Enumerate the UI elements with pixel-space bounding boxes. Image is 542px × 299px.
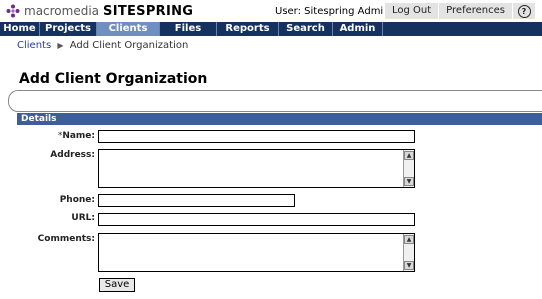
name-field[interactable] — [98, 130, 415, 143]
address-scrollbar[interactable]: ▲ ▼ — [403, 150, 414, 187]
tab-admin[interactable]: Admin — [333, 22, 383, 36]
address-label: Address: — [50, 150, 95, 160]
logo: macromedia SITESPRING — [6, 3, 193, 19]
url-field[interactable] — [98, 213, 415, 226]
page-title: Add Client Organization — [19, 71, 208, 87]
name-label: *Name: — [50, 131, 95, 141]
phone-label: Phone: — [59, 195, 95, 205]
save-button[interactable]: Save — [99, 278, 135, 292]
tab-clients[interactable]: Clients — [97, 22, 160, 36]
tab-search[interactable]: Search — [279, 22, 333, 36]
top-header: macromedia SITESPRING User: Sitespring A… — [0, 0, 542, 22]
tab-home[interactable]: Home — [0, 22, 40, 36]
comments-scrollbar[interactable]: ▲ ▼ — [403, 234, 414, 271]
scroll-up-icon[interactable]: ▲ — [404, 235, 414, 244]
tab-reports[interactable]: Reports — [217, 22, 279, 36]
title-rule — [8, 90, 542, 112]
macromedia-logo-icon — [6, 4, 20, 18]
tab-projects[interactable]: Projects — [40, 22, 97, 36]
logout-link[interactable]: Log Out — [384, 3, 439, 19]
comments-label: Comments: — [37, 234, 95, 244]
section-header-details: Details — [17, 113, 542, 125]
main-nav: Home Projects Clients Files Reports Sear… — [0, 22, 542, 36]
name-label-text: Name: — [62, 131, 95, 141]
breadcrumb-current: Add Client Organization — [69, 40, 189, 51]
breadcrumb: Clients ▶ Add Client Organization — [17, 40, 188, 51]
scroll-down-icon[interactable]: ▼ — [404, 177, 414, 186]
top-links: Log Out Preferences ? — [384, 3, 535, 19]
scroll-down-icon[interactable]: ▼ — [404, 261, 414, 270]
help-button[interactable]: ? — [512, 3, 535, 19]
phone-field[interactable] — [98, 194, 295, 207]
breadcrumb-arrow-icon: ▶ — [57, 41, 64, 50]
preferences-link[interactable]: Preferences — [438, 3, 512, 19]
help-icon: ? — [517, 5, 531, 18]
comments-field[interactable]: ▲ ▼ — [98, 233, 415, 272]
address-field[interactable]: ▲ ▼ — [98, 149, 415, 188]
logo-brand: SITESPRING — [103, 3, 194, 19]
tab-files[interactable]: Files — [160, 22, 217, 36]
logo-prefix: macromedia — [24, 4, 100, 18]
breadcrumb-clients-link[interactable]: Clients — [17, 40, 51, 51]
scroll-up-icon[interactable]: ▲ — [404, 151, 414, 160]
url-label: URL: — [71, 213, 95, 223]
